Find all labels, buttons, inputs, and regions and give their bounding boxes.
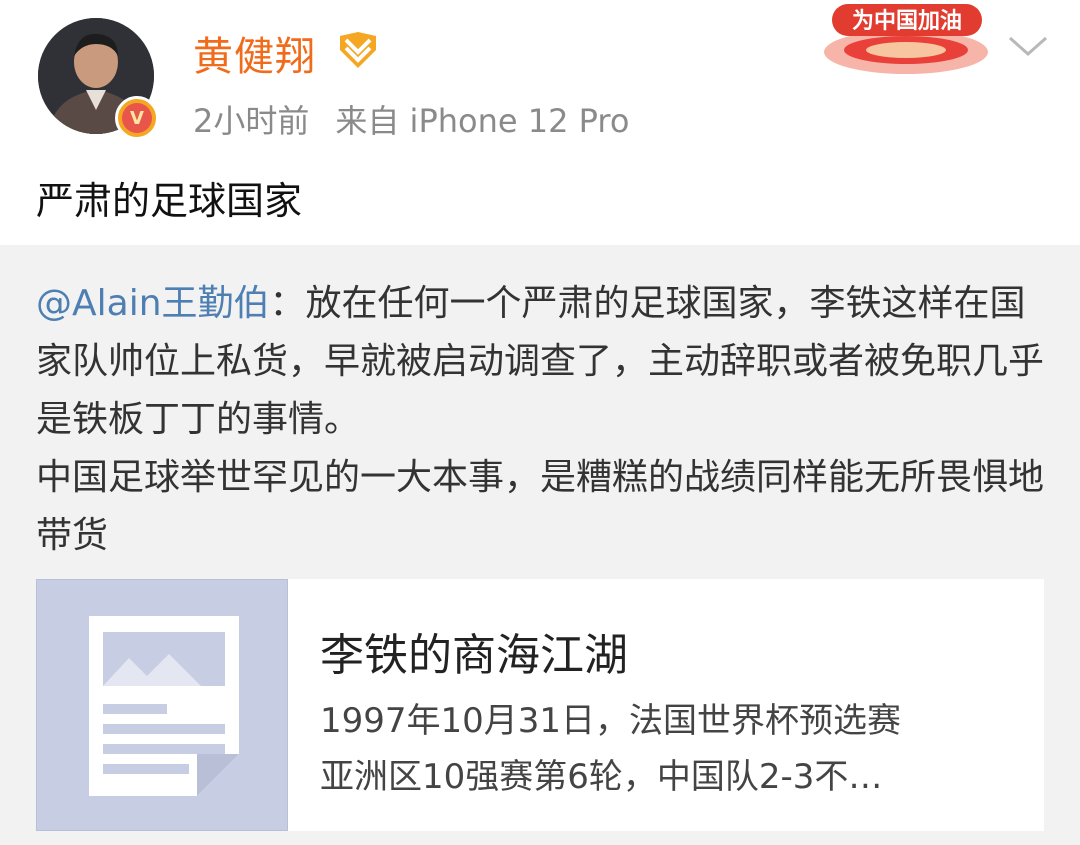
link-card-description: 1997年10月31日，法国世界杯预选赛 亚洲区10强赛第6轮，中国队2-3不… [320, 693, 1000, 805]
chevron-down-icon[interactable] [1004, 30, 1052, 62]
link-card[interactable]: 李铁的商海江湖 1997年10月31日，法国世界杯预选赛 亚洲区10强赛第6轮，… [36, 579, 1044, 831]
post-time: 2小时前 [193, 102, 310, 140]
rank-badge-icon[interactable] [336, 30, 380, 70]
repost-separator: ： [269, 283, 306, 324]
post-header: V 黄健翔 2小时前 来自 iPhone 12 Pro 为中国加油 严肃的足球国家 [0, 0, 1080, 245]
post-source: 来自 iPhone 12 Pro [335, 102, 630, 140]
verified-badge-icon: V [115, 96, 159, 140]
repost-mention[interactable]: @Alain王勤伯 [36, 283, 270, 324]
repost-body-2: 中国足球举世罕见的一大本事，是糟糕的战绩同样能无所畏惧地带货 [36, 457, 1045, 556]
link-card-desc-line-1: 1997年10月31日，法国世界杯预选赛 [320, 701, 902, 741]
article-thumbnail [36, 579, 288, 831]
cheer-banner-badge[interactable]: 为中国加油 [810, 0, 1002, 78]
post-meta: 2小时前 来自 iPhone 12 Pro [193, 96, 629, 142]
link-card-title[interactable]: 李铁的商海江湖 [320, 619, 628, 683]
link-card-desc-line-2: 亚洲区10强赛第6轮，中国队2-3不… [320, 757, 883, 797]
post-text: 严肃的足球国家 [36, 179, 303, 223]
username[interactable]: 黄健翔 [193, 24, 316, 82]
banner-text: 为中国加油 [852, 9, 962, 34]
repost-text: @Alain王勤伯：放在任何一个严肃的足球国家，李铁这样在国家队帅位上私货，早就… [36, 275, 1052, 565]
repost-container[interactable]: @Alain王勤伯：放在任何一个严肃的足球国家，李铁这样在国家队帅位上私货，早就… [0, 245, 1080, 845]
article-placeholder-icon [89, 616, 239, 796]
